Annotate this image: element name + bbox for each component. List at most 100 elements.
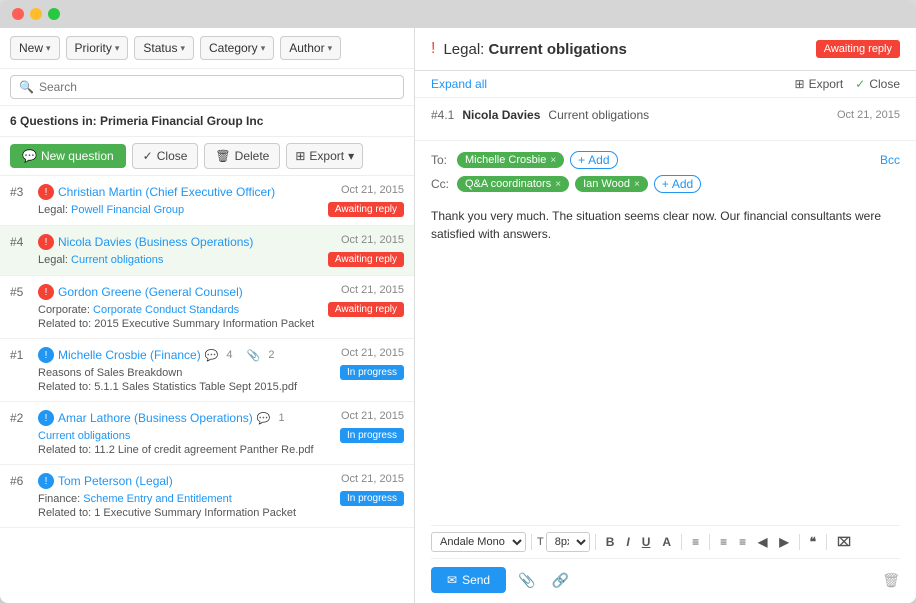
category-link[interactable]: Powell Financial Group (71, 204, 184, 216)
align-button[interactable]: ≡ (687, 533, 704, 551)
close-label: Close (869, 77, 900, 91)
send-row: ✉ Send 📎 🔗 🗑 (431, 559, 900, 593)
action-bar: 💬 New question ✓ Close 🗑 Delete ⊞ Export… (0, 137, 414, 176)
indent-increase-button[interactable]: ▶ (774, 533, 793, 551)
question-header: #1 ! Michelle Crosbie (Finance) 💬 4 📎 2 … (10, 347, 404, 363)
add-label: Add (588, 153, 609, 167)
question-item[interactable]: #2 ! Amar Lathore (Business Operations) … (0, 402, 414, 465)
export-label: Export (309, 149, 344, 163)
clear-format-button[interactable]: ⌧ (832, 533, 856, 551)
status-badge: Awaiting reply (328, 202, 404, 217)
status-badge: In progress (340, 428, 404, 443)
new-filter[interactable]: New ▾ (10, 36, 60, 60)
tag-remove-icon[interactable]: × (634, 179, 640, 190)
indent-decrease-button[interactable]: ◀ (753, 533, 772, 551)
close-button[interactable] (12, 8, 24, 20)
paperclip-icon: 📎 (518, 572, 535, 588)
cc-add-button[interactable]: + Add (654, 175, 701, 193)
search-bar: 🔍 (0, 69, 414, 106)
export-action[interactable]: ⊞ Export (795, 77, 844, 91)
delete-label: Delete (235, 149, 270, 163)
question-item[interactable]: #1 ! Michelle Crosbie (Finance) 💬 4 📎 2 … (0, 339, 414, 402)
toolbar-separator (531, 534, 532, 550)
question-item[interactable]: #4 ! Nicola Davies (Business Operations)… (0, 226, 414, 276)
right-panel-header: ! Legal: Current obligations Awaiting re… (415, 28, 916, 71)
text-color-button[interactable]: A (657, 533, 676, 551)
question-sub: Corporate: Corporate Conduct Standards A… (10, 302, 404, 317)
link-button[interactable]: 🔗 (548, 568, 573, 593)
question-date: Oct 21, 2015 (341, 410, 404, 422)
question-date: Oct 21, 2015 (341, 184, 404, 196)
delete-message-button[interactable]: 🗑 (882, 572, 900, 589)
category-link[interactable]: Corporate Conduct Standards (93, 304, 239, 316)
close-action[interactable]: ✓ Close (855, 77, 900, 91)
italic-button[interactable]: I (621, 533, 634, 551)
status-badge: In progress (340, 491, 404, 506)
question-id-name: #4 ! Nicola Davies (Business Operations) (10, 234, 341, 250)
category-link[interactable]: Scheme Entry and Entitlement (83, 493, 232, 505)
ordered-list-button[interactable]: ≡ (715, 533, 732, 551)
toolbar-separator (826, 534, 827, 550)
underline-button[interactable]: U (637, 533, 656, 551)
new-question-button[interactable]: 💬 New question (10, 144, 126, 168)
unordered-list-button[interactable]: ≡ (734, 533, 751, 551)
message-header: #4.1 Nicola Davies Current obligations O… (431, 108, 900, 122)
blockquote-button[interactable]: ❝ (805, 533, 821, 551)
question-item[interactable]: #6 ! Tom Peterson (Legal) Oct 21, 2015 F… (0, 465, 414, 528)
compose-body[interactable]: Thank you very much. The situation seems… (431, 199, 900, 525)
new-filter-label: New (19, 41, 43, 55)
delete-button[interactable]: 🗑 Delete (204, 143, 280, 169)
export-button[interactable]: ⊞ Export ▾ (286, 143, 363, 169)
tag-remove-icon[interactable]: × (550, 155, 556, 166)
message-number: #4.1 (431, 108, 454, 122)
meta-icons: 💬 4 📎 2 (205, 349, 275, 362)
cc-label: Cc: (431, 177, 451, 191)
chevron-down-icon: ▾ (328, 43, 333, 54)
question-category: Current obligations (38, 430, 340, 442)
minimize-button[interactable] (30, 8, 42, 20)
question-header: #2 ! Amar Lathore (Business Operations) … (10, 410, 404, 426)
bold-button[interactable]: B (601, 533, 620, 551)
tag-label: Q&A coordinators (465, 178, 551, 190)
questions-list: #3 ! Christian Martin (Chief Executive O… (0, 176, 414, 603)
chevron-down-icon: ▾ (261, 43, 266, 54)
question-date: Oct 21, 2015 (341, 347, 404, 359)
question-item[interactable]: #3 ! Christian Martin (Chief Executive O… (0, 176, 414, 226)
question-sub: Finance: Scheme Entry and Entitlement In… (10, 491, 404, 506)
status-badge: Awaiting reply (328, 252, 404, 267)
new-question-label: New question (41, 149, 114, 163)
expand-all-button[interactable]: Expand all (431, 77, 487, 91)
question-category: Reasons of Sales Breakdown (38, 367, 340, 379)
question-number: #3 (10, 185, 34, 199)
question-header: #5 ! Gordon Greene (General Counsel) Oct… (10, 284, 404, 300)
question-item[interactable]: #5 ! Gordon Greene (General Counsel) Oct… (0, 276, 414, 339)
app-body: New ▾ Priority ▾ Status ▾ Category ▾ Aut… (0, 28, 916, 603)
question-sub: Legal: Powell Financial Group Awaiting r… (10, 202, 404, 217)
priority-filter[interactable]: Priority ▾ (66, 36, 129, 60)
bcc-button[interactable]: Bcc (880, 153, 900, 167)
plus-icon: + (662, 177, 669, 191)
message-date: Oct 21, 2015 (837, 109, 900, 121)
status-filter-label: Status (143, 41, 177, 55)
category-filter[interactable]: Category ▾ (200, 36, 274, 60)
status-filter[interactable]: Status ▾ (134, 36, 194, 60)
category-link[interactable]: Current obligations (71, 254, 163, 266)
export-icon: ⊞ (295, 149, 305, 163)
comment-icon: 💬 (205, 349, 219, 362)
search-input[interactable] (39, 80, 189, 94)
question-number: #2 (10, 411, 34, 425)
right-panel: ! Legal: Current obligations Awaiting re… (415, 28, 916, 603)
to-add-button[interactable]: + Add (570, 151, 617, 169)
author-filter[interactable]: Author ▾ (280, 36, 341, 60)
right-panel-title: ! Legal: Current obligations (431, 40, 627, 58)
to-label: To: (431, 153, 451, 167)
maximize-button[interactable] (48, 8, 60, 20)
close-button[interactable]: ✓ Close (132, 143, 199, 169)
send-button[interactable]: ✉ Send (431, 567, 506, 593)
font-size-select[interactable]: 8px (546, 532, 590, 552)
font-select[interactable]: Andale Mono (431, 532, 526, 552)
search-input-wrap: 🔍 (10, 75, 404, 99)
attach-button[interactable]: 📎 (514, 568, 539, 593)
category-link[interactable]: Current obligations (38, 430, 130, 442)
tag-remove-icon[interactable]: × (555, 179, 561, 190)
